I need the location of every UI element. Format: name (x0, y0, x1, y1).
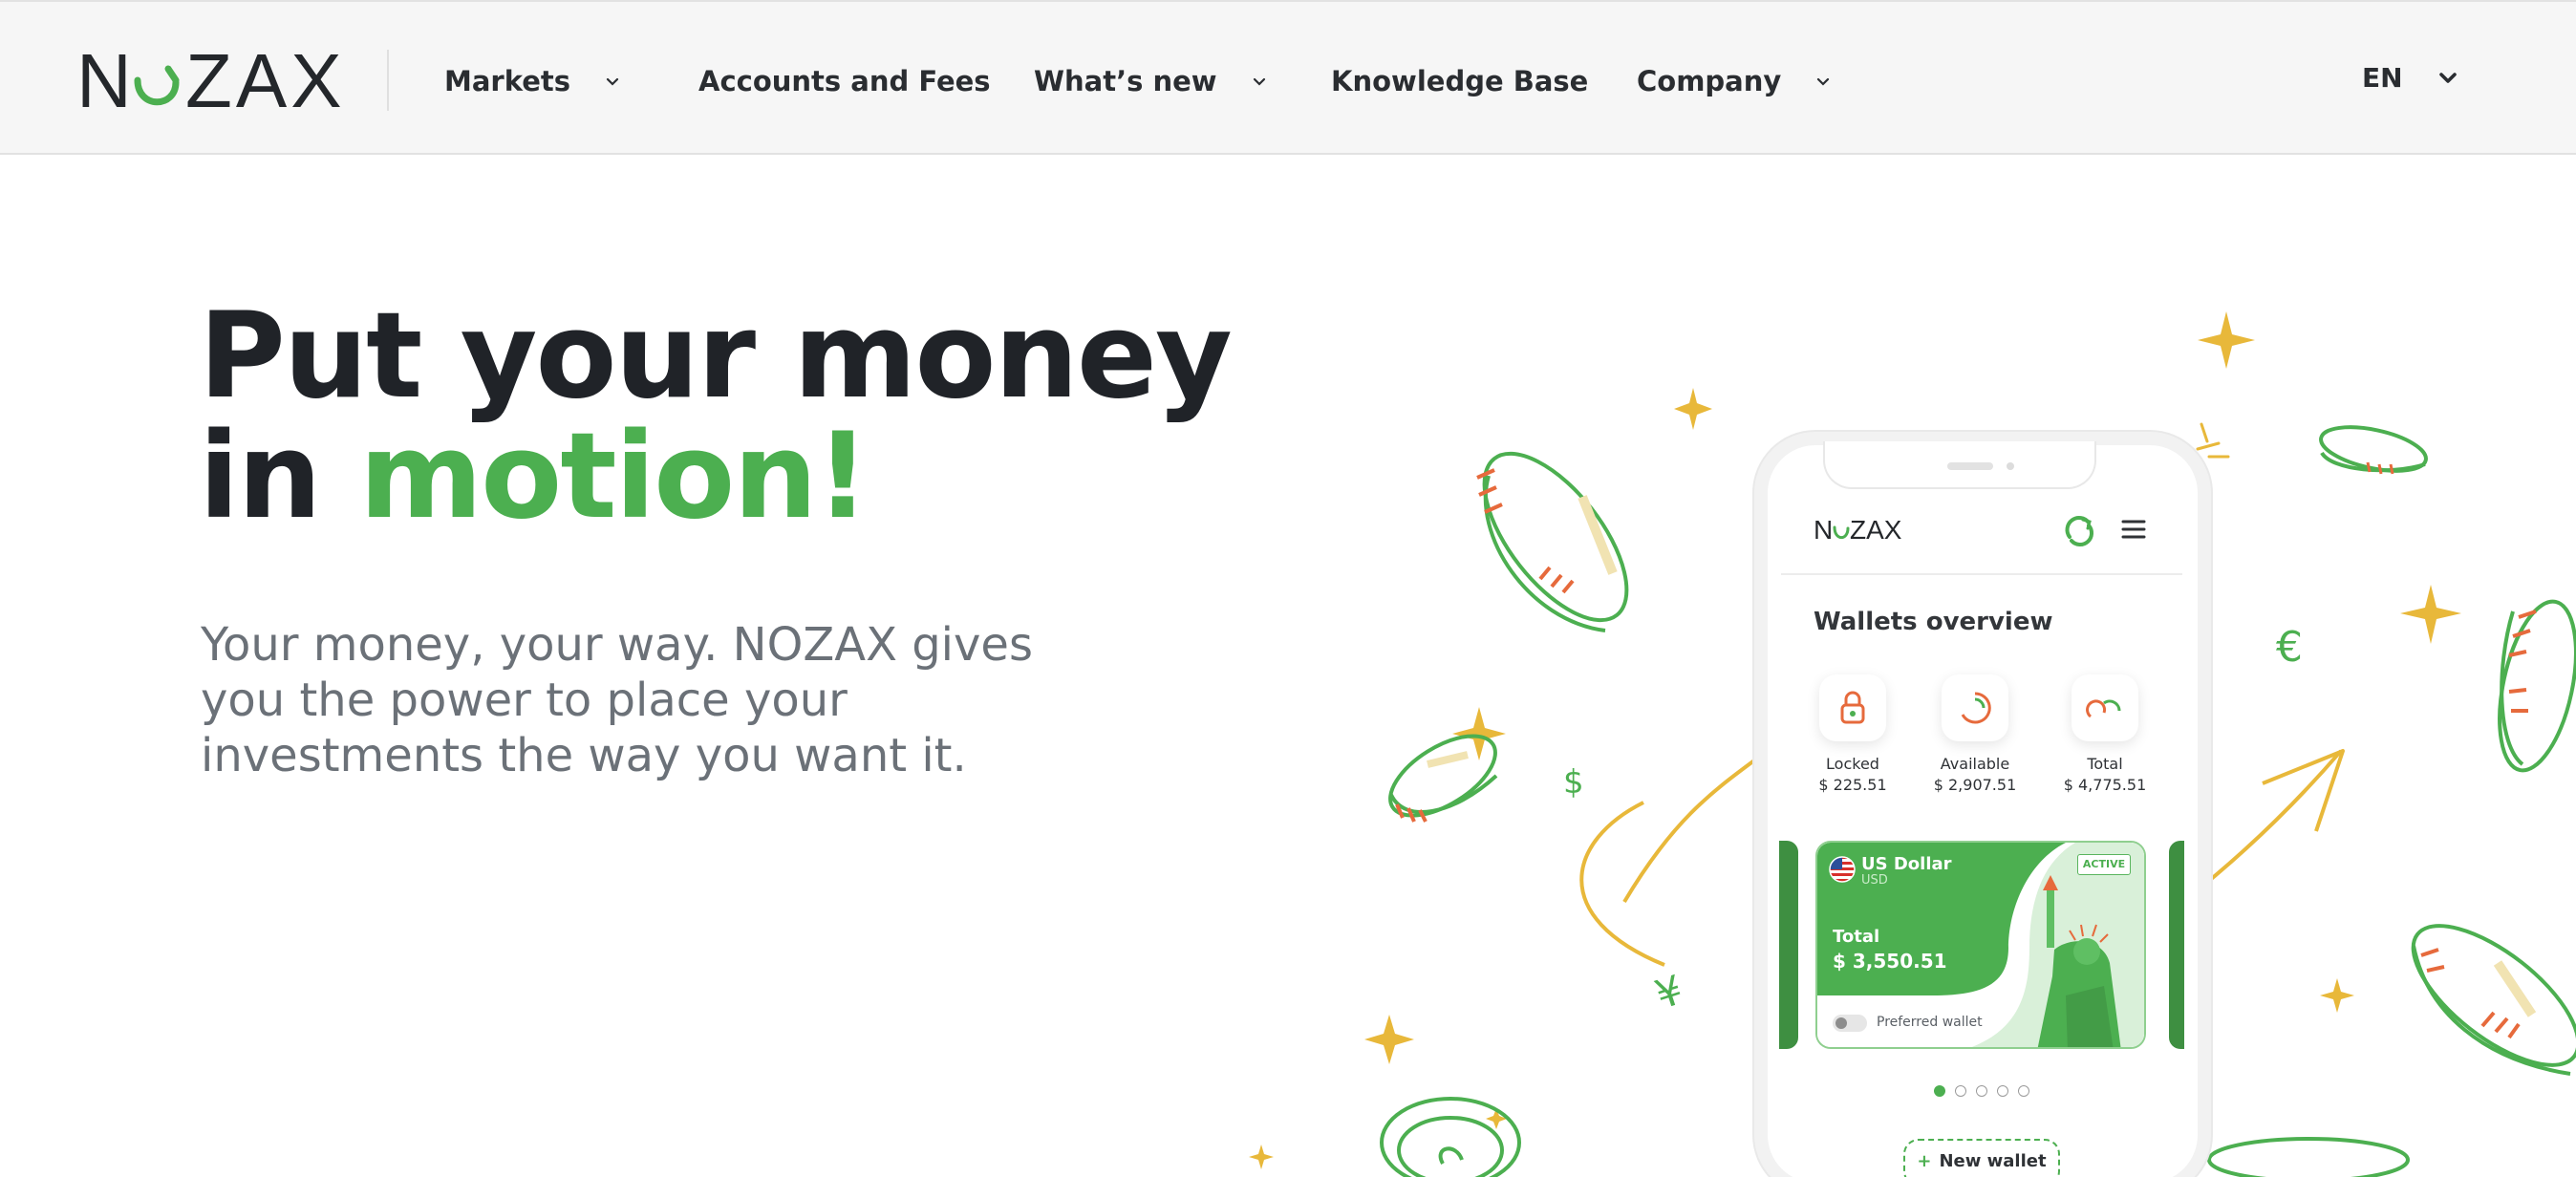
coin-icon (1380, 1097, 1521, 1177)
hero-subtitle: Your money, your way. NOZAX gives you th… (201, 618, 1033, 782)
site-header: N ZAX Markets Accounts and Fees What’s n… (0, 0, 2576, 155)
total-wallet-button[interactable] (2072, 674, 2138, 741)
nav-whats-new[interactable]: What’s new (1034, 57, 1269, 105)
nav-markets[interactable]: Markets (444, 57, 622, 105)
nav-markets-label: Markets (444, 65, 571, 97)
svg-text:N: N (1814, 515, 1833, 545)
menu-icon[interactable] (2121, 518, 2146, 541)
phone-notch (1823, 441, 2096, 489)
plus-icon: + (1917, 1151, 1932, 1171)
available-wallet-button[interactable] (1942, 674, 2008, 741)
yen-symbol: ¥ (1649, 966, 1688, 1018)
us-flag-icon (1829, 856, 1856, 883)
sync-icon[interactable] (2060, 512, 2098, 550)
app-header-divider (1781, 573, 2182, 575)
chevron-down-icon (1817, 77, 1830, 86)
phone-speaker (1947, 462, 1993, 470)
preferred-wallet-toggle[interactable] (1833, 1015, 1867, 1032)
motion-arrow (1579, 801, 1665, 967)
app-logo: N ZAX (1814, 515, 1901, 545)
card-currency-code: USD (1861, 873, 1888, 888)
preferred-wallet-label: Preferred wallet (1877, 1015, 1983, 1030)
euro-symbol: € (2276, 623, 2303, 672)
carousel-dot-4[interactable] (1997, 1085, 2008, 1097)
nav-knowledge-base-label: Knowledge Base (1331, 65, 1589, 97)
nav-accounts-label: Accounts and Fees (698, 65, 991, 97)
card-currency-name: US Dollar (1861, 854, 1952, 874)
active-badge: ACTIVE (2077, 854, 2131, 875)
phone-camera (2007, 462, 2014, 470)
language-selector[interactable]: EN (2362, 54, 2460, 101)
locked-value: $ 225.51 (1818, 776, 1887, 794)
coin-icon (2207, 1137, 2410, 1177)
svg-text:ZAX: ZAX (1850, 515, 1901, 545)
carousel-dot-5[interactable] (2018, 1085, 2029, 1097)
nav-whats-new-label: What’s new (1034, 65, 1217, 97)
hero-title-line2-prefix: in (199, 408, 359, 546)
language-label: EN (2362, 61, 2403, 94)
prev-card-peek[interactable] (1779, 841, 1798, 1049)
coin-icon (2319, 425, 2428, 475)
available-label: Available (1940, 755, 2010, 773)
nozax-logo[interactable]: N ZAX (76, 44, 354, 117)
nav-knowledge-base[interactable]: Knowledge Base (1331, 57, 1588, 105)
lock-icon (1840, 691, 1865, 724)
card-total-label: Total (1833, 927, 1880, 947)
carousel-dot-1[interactable] (1934, 1085, 1945, 1097)
new-wallet-button[interactable]: + New wallet (1903, 1139, 2060, 1177)
new-wallet-label: New wallet (1939, 1151, 2047, 1171)
locked-label: Locked (1826, 755, 1879, 773)
available-icon (1961, 692, 1991, 724)
chevron-down-icon (2438, 73, 2457, 83)
hero-title-line1: Put your money (199, 288, 1233, 425)
carousel-dot-3[interactable] (1976, 1085, 1987, 1097)
coin-icon (2498, 599, 2576, 773)
next-card-peek[interactable] (2169, 841, 2184, 1049)
hero-title-accent: motion! (358, 408, 869, 546)
chevron-down-icon (1253, 77, 1265, 86)
dollar-symbol: $ (1563, 763, 1584, 802)
available-value: $ 2,907.51 (1933, 776, 2017, 794)
nav-company[interactable]: Company (1637, 57, 1833, 105)
total-label: Total (2087, 755, 2123, 773)
locked-wallet-button[interactable] (1819, 674, 1886, 741)
chevron-down-icon (606, 77, 619, 86)
nav-company-label: Company (1637, 65, 1782, 97)
coin-icon (2411, 924, 2576, 1076)
svg-text:N: N (76, 44, 134, 117)
hero-title: Put your money in motion! (199, 296, 1250, 537)
carousel-dot-2[interactable] (1955, 1085, 1966, 1097)
coin-icon (1476, 451, 1629, 632)
svg-text:ZAX: ZAX (185, 44, 346, 117)
nav-accounts-and-fees[interactable]: Accounts and Fees (698, 57, 991, 105)
wallets-overview-title: Wallets overview (1814, 608, 2053, 636)
coin-icon (1388, 734, 1498, 823)
card-total-value: $ 3,550.51 (1833, 950, 1947, 973)
total-value: $ 4,775.51 (2063, 776, 2147, 794)
logo-divider (387, 50, 389, 111)
total-icon (2086, 699, 2121, 718)
